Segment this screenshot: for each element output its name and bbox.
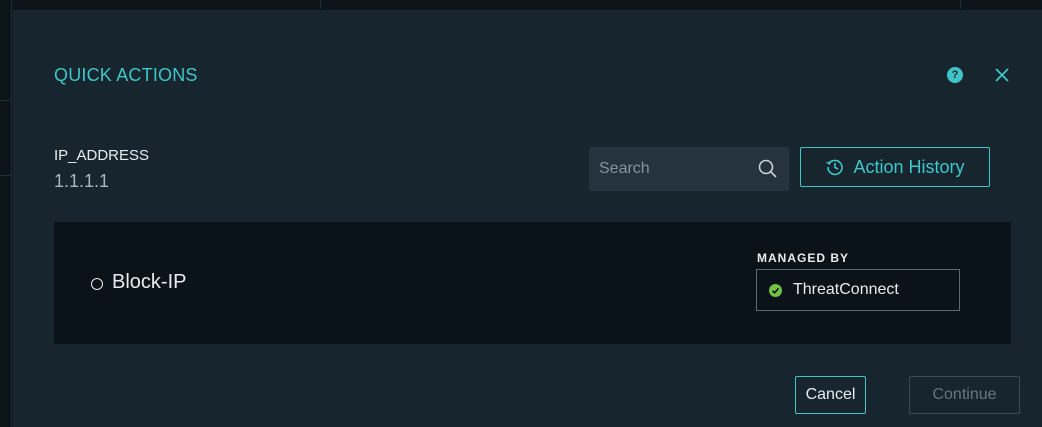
action-history-label: Action History xyxy=(853,156,965,177)
search-input[interactable] xyxy=(589,147,749,191)
backdrop-divider xyxy=(960,0,961,9)
help-icon-glyph: ? xyxy=(951,69,959,81)
question-circle-icon[interactable]: ? xyxy=(947,67,963,83)
action-history-button[interactable]: Action History xyxy=(800,147,990,187)
dialog-title: QUICK ACTIONS xyxy=(54,65,198,85)
backdrop-divider xyxy=(320,0,321,9)
managed-by-name: ThreatConnect xyxy=(793,281,899,298)
search-box xyxy=(589,147,789,191)
continue-button[interactable]: Continue xyxy=(909,376,1020,414)
history-icon xyxy=(826,159,844,176)
managed-by-box: ThreatConnect xyxy=(756,269,960,311)
search-icon[interactable] xyxy=(757,158,779,180)
check-circle-icon xyxy=(769,283,782,297)
action-row: Block-IP MANAGED BY ThreatConnect xyxy=(54,222,1011,344)
field-label: IP_ADDRESS xyxy=(54,147,150,164)
action-name[interactable]: Block-IP xyxy=(112,271,186,294)
managed-by-label: MANAGED BY xyxy=(757,251,850,265)
field-value: 1.1.1.1 xyxy=(54,171,110,191)
action-radio[interactable] xyxy=(91,278,103,290)
close-icon[interactable] xyxy=(992,65,1012,85)
quick-actions-dialog: QUICK ACTIONS ? IP_ADDRESS 1.1.1.1 Actio… xyxy=(12,9,1042,427)
backdrop-divider xyxy=(0,175,11,176)
cancel-button[interactable]: Cancel xyxy=(795,376,866,414)
backdrop-divider xyxy=(0,100,11,101)
